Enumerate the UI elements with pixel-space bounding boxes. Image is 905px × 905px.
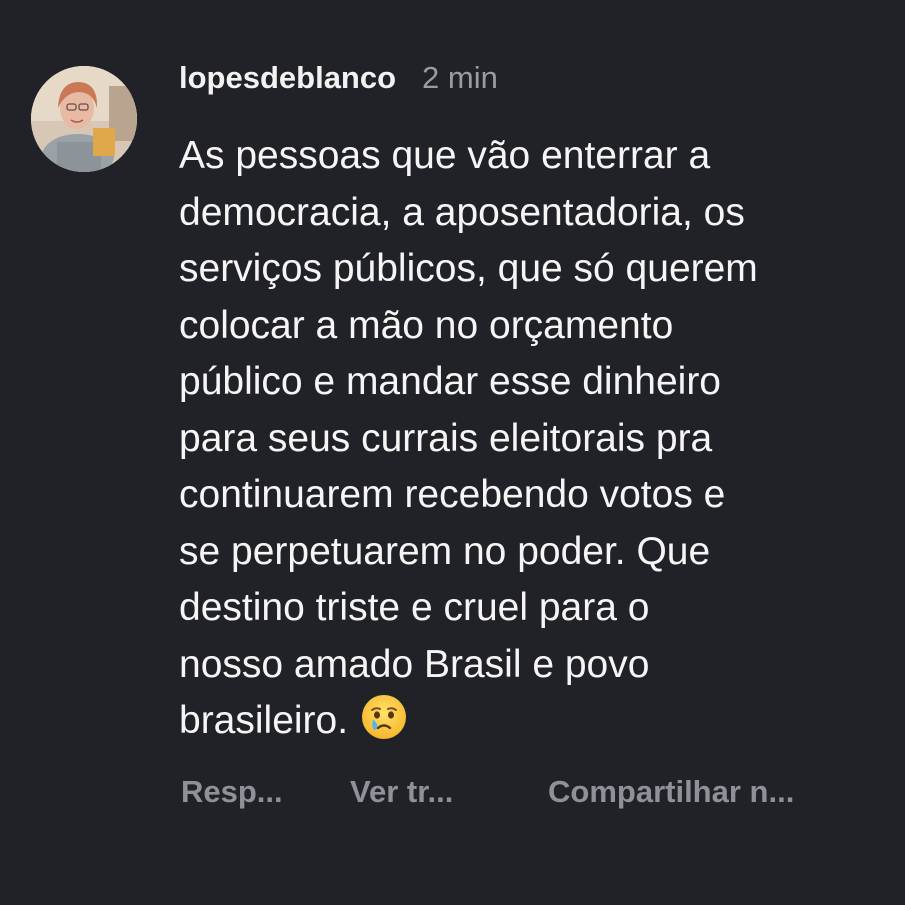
translate-button[interactable]: Ver tr... (350, 774, 453, 810)
comment-line: para seus currais eleitorais pra (179, 416, 713, 460)
comment-line: continuarem recebendo votos e (179, 473, 726, 516)
username[interactable]: lopesdeblanco (179, 60, 396, 96)
comment-line: nosso amado Brasil e povo (179, 642, 650, 686)
comment-line: brasileiro. (179, 699, 349, 742)
comment-screen: lopesdeblanco 2 min As pessoas que vão e… (0, 0, 905, 905)
reply-button[interactable]: Resp... (181, 774, 283, 810)
comment-line: As pessoas que vão enterrar a (179, 134, 711, 177)
avatar[interactable] (31, 66, 137, 172)
comment-line: colocar a mão no orçamento (179, 303, 674, 347)
comment-line: democracia, a aposentadoria, os (179, 190, 745, 234)
comment-text: As pessoas que vão enterrar a democracia… (179, 128, 891, 750)
timestamp: 2 min (422, 60, 498, 95)
comment-line: se perpetuarem no poder. Que (179, 529, 711, 573)
comment-header: lopesdeblanco 2 min (179, 60, 498, 104)
comment-line: público e mandar esse dinheiro (179, 360, 722, 403)
share-button[interactable]: Compartilhar n... (548, 774, 794, 810)
crying-face-emoji-icon (360, 693, 408, 741)
comment-last-line: brasileiro. (179, 693, 891, 750)
avatar-photo (31, 66, 137, 172)
comment-line: serviços públicos, que só querem (179, 247, 758, 290)
comment-line: destino triste e cruel para o (179, 586, 650, 629)
